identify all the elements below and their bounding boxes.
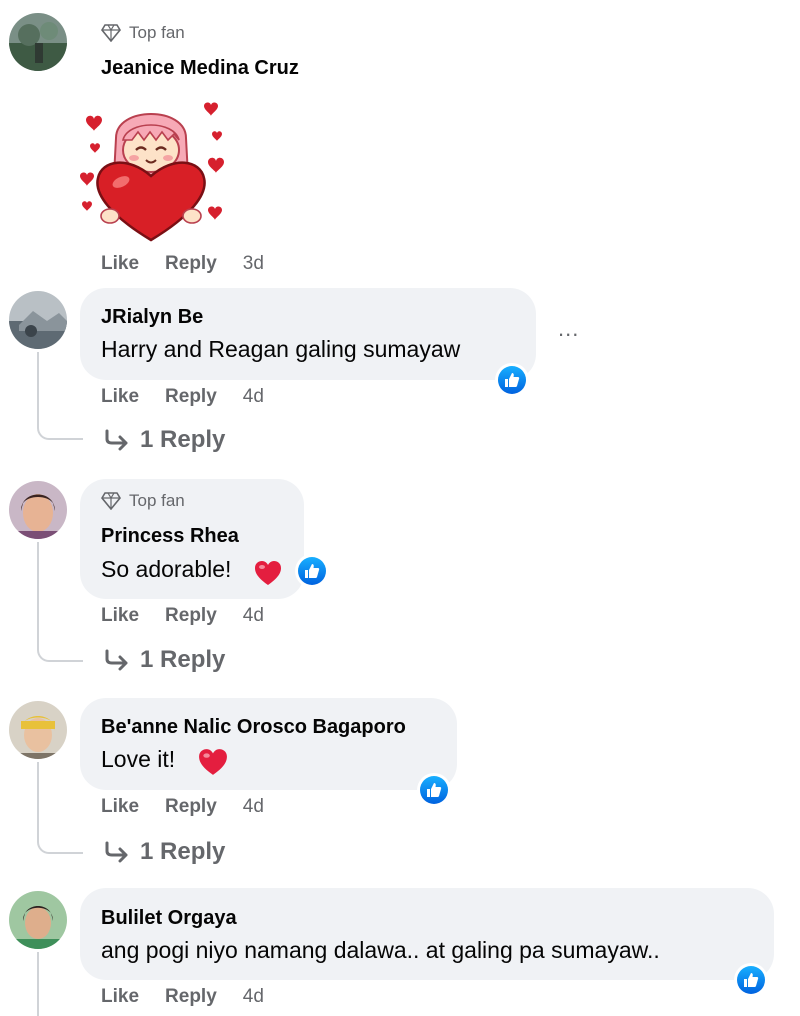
reply-button[interactable]: Reply bbox=[165, 796, 217, 818]
reply-arrow-icon bbox=[105, 649, 128, 671]
top-fan-badge: Top fan bbox=[101, 491, 185, 511]
reply-button[interactable]: Reply bbox=[165, 986, 217, 1008]
more-options-icon[interactable]: ... bbox=[558, 316, 579, 342]
comment-bubble bbox=[80, 288, 536, 380]
comment-text: So adorable! bbox=[101, 556, 232, 582]
avatar[interactable] bbox=[9, 291, 67, 349]
view-replies-link[interactable]: 1 Reply bbox=[104, 426, 225, 454]
comment-time[interactable]: 4d bbox=[243, 796, 264, 818]
comment-text: ang pogi niyo namang dalawa.. at galing … bbox=[101, 937, 660, 963]
comment-author[interactable]: Jeanice Medina Cruz bbox=[101, 57, 299, 80]
like-button[interactable]: Like bbox=[101, 386, 139, 408]
comment-time[interactable]: 4d bbox=[243, 386, 264, 408]
view-replies-link[interactable]: 1 Reply bbox=[104, 646, 225, 674]
reply-button[interactable]: Reply bbox=[165, 253, 217, 275]
comment-actions: Like Reply 4d bbox=[101, 605, 290, 627]
comment-text: Harry and Reagan galing sumayaw bbox=[101, 336, 461, 362]
like-button[interactable]: Like bbox=[101, 796, 139, 818]
avatar[interactable] bbox=[9, 13, 67, 71]
avatar[interactable] bbox=[9, 891, 67, 949]
like-reaction-icon[interactable] bbox=[734, 963, 768, 997]
like-button[interactable]: Like bbox=[101, 605, 139, 627]
thread-line bbox=[37, 542, 39, 632]
thread-elbow bbox=[37, 822, 83, 854]
reply-button[interactable]: Reply bbox=[165, 386, 217, 408]
comment-time[interactable]: 4d bbox=[243, 986, 264, 1008]
comment-time[interactable]: 4d bbox=[243, 605, 264, 627]
view-replies-link[interactable]: 1 Reply bbox=[104, 838, 225, 866]
thread-line bbox=[37, 952, 39, 1016]
like-button[interactable]: Like bbox=[101, 986, 139, 1008]
diamond-icon bbox=[101, 492, 121, 510]
comment-time[interactable]: 3d bbox=[243, 253, 264, 275]
comment-text: Love it! bbox=[101, 746, 176, 772]
girl-holding-heart-sticker bbox=[76, 98, 226, 243]
like-reaction-icon[interactable] bbox=[417, 773, 451, 807]
comment-actions: Like Reply 4d bbox=[101, 986, 290, 1008]
comment-author[interactable]: JRialyn Be bbox=[101, 306, 203, 329]
heart-emoji bbox=[254, 560, 282, 586]
like-button[interactable]: Like bbox=[101, 253, 139, 275]
comment-actions: Like Reply 3d bbox=[101, 253, 290, 275]
thread-elbow bbox=[37, 630, 83, 662]
reply-arrow-icon bbox=[105, 429, 128, 451]
avatar[interactable] bbox=[9, 701, 67, 759]
like-reaction-icon[interactable] bbox=[295, 554, 329, 588]
thread-elbow bbox=[37, 410, 83, 440]
thread-line bbox=[37, 352, 39, 412]
reply-arrow-icon bbox=[105, 841, 128, 863]
thread-line bbox=[37, 762, 39, 824]
heart-emoji bbox=[198, 748, 228, 776]
comment-actions: Like Reply 4d bbox=[101, 796, 290, 818]
reply-button[interactable]: Reply bbox=[165, 605, 217, 627]
comment-bubble bbox=[80, 698, 457, 790]
comment-actions: Like Reply 4d bbox=[101, 386, 290, 408]
avatar[interactable] bbox=[9, 481, 67, 539]
comment-author[interactable]: Bulilet Orgaya bbox=[101, 907, 237, 930]
comment-bubble bbox=[80, 888, 774, 980]
comment-author[interactable]: Princess Rhea bbox=[101, 525, 239, 548]
diamond-icon bbox=[101, 24, 121, 42]
like-reaction-icon[interactable] bbox=[495, 363, 529, 397]
comment-author[interactable]: Be'anne Nalic Orosco Bagaporo bbox=[101, 716, 406, 739]
top-fan-badge: Top fan bbox=[101, 23, 185, 43]
